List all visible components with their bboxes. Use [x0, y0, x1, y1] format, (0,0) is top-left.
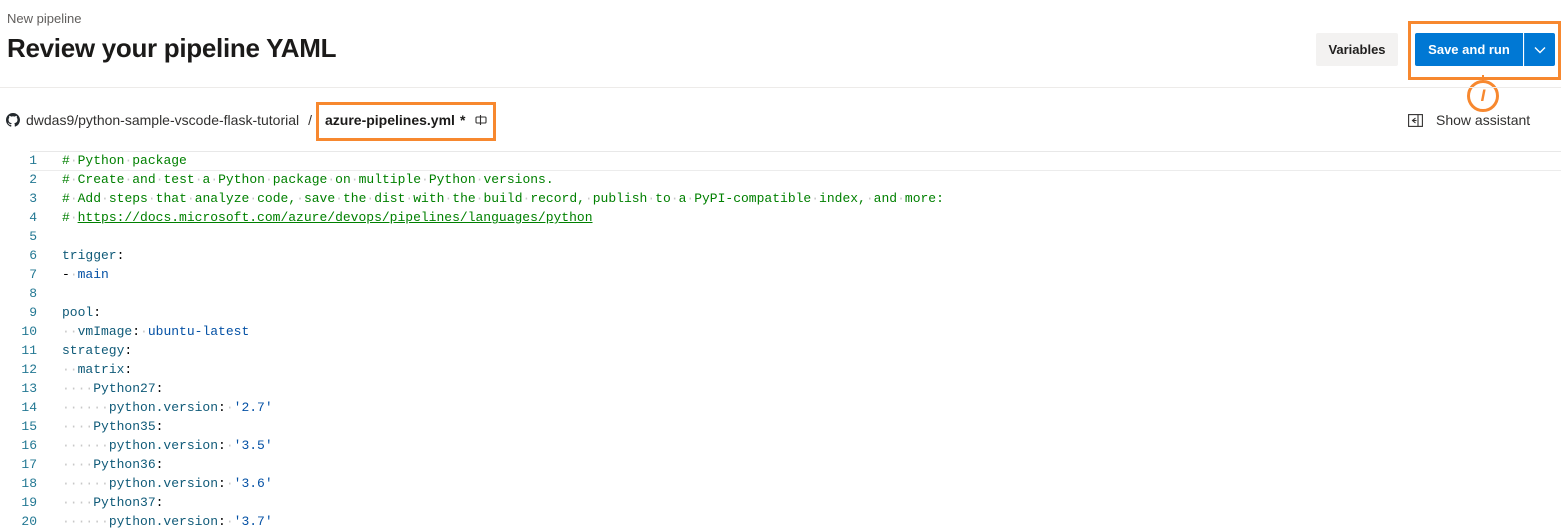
repo-path: dwdas9/python-sample-vscode-flask-tutori…: [6, 110, 320, 130]
code-line-text: -·main: [62, 267, 109, 282]
line-number: 8: [29, 286, 37, 301]
code-line-text: ······python.version:·'2.7': [62, 400, 273, 415]
line-number: 6: [29, 248, 37, 263]
code-line[interactable]: 17 ····Python36:: [0, 455, 1561, 474]
code-line-text: #·Create·and·test·a·Python·package·on·mu…: [62, 172, 554, 187]
line-number: 12: [21, 362, 37, 377]
path-separator: /: [308, 112, 313, 128]
line-number: 11: [21, 343, 37, 358]
modified-indicator: *: [459, 112, 466, 128]
line-number: 13: [21, 381, 37, 396]
line-number: 18: [21, 476, 37, 491]
line-number: 9: [29, 305, 37, 320]
line-number: 16: [21, 438, 37, 453]
line-number: 3: [29, 191, 37, 206]
code-editor[interactable]: 1 #·Python·package 2 #·Create·and·test·a·Py…: [0, 151, 1561, 531]
line-number: 20: [21, 514, 37, 529]
code-line-text: #·Python·package: [62, 153, 187, 168]
code-line[interactable]: 4 #·https://docs.microsoft.com/azure/devo…: [0, 208, 1561, 227]
save-and-run-button[interactable]: Save and run: [1415, 33, 1523, 66]
line-number: 5: [29, 229, 37, 244]
code-line[interactable]: 18 ······python.version:·'3.6': [0, 474, 1561, 493]
code-line[interactable]: 15 ····Python35:: [0, 417, 1561, 436]
code-line-text: ····Python35:: [62, 419, 164, 434]
code-line-text: ······python.version:·'3.5': [62, 438, 273, 453]
code-line-text: ··vmImage:·ubuntu-latest: [62, 324, 250, 339]
line-number: 17: [21, 457, 37, 472]
code-line-text: ··matrix:: [62, 362, 133, 377]
line-number: 15: [21, 419, 37, 434]
save-and-run-dropdown-button[interactable]: [1524, 33, 1555, 66]
code-line[interactable]: 12 ··matrix:: [0, 360, 1561, 379]
code-line-text: strategy:: [62, 343, 133, 358]
file-name-row: azure-pipelines.yml *: [325, 110, 487, 130]
code-line[interactable]: 11 strategy:: [0, 341, 1561, 360]
code-line-text: ······python.version:·'3.6': [62, 476, 273, 491]
chevron-down-icon: [1534, 46, 1546, 53]
code-line[interactable]: 8: [0, 284, 1561, 303]
line-number: 10: [21, 324, 37, 339]
code-line[interactable]: 10 ··vmImage:·ubuntu-latest: [0, 322, 1561, 341]
code-line-text: ····Python37:: [62, 495, 164, 510]
page-title: Review your pipeline YAML: [7, 33, 337, 63]
show-assistant-label: Show assistant: [1436, 112, 1531, 128]
line-number: 4: [29, 210, 37, 225]
line-number: 7: [29, 267, 37, 282]
line-number: 14: [21, 400, 37, 415]
rename-icon[interactable]: [475, 114, 487, 126]
code-line[interactable]: 13 ····Python27:: [0, 379, 1561, 398]
code-line[interactable]: 14 ······python.version:·'2.7': [0, 398, 1561, 417]
line-number: 1: [29, 153, 37, 168]
code-line[interactable]: 20 ······python.version:·'3.7': [0, 512, 1561, 531]
code-line[interactable]: 1 #·Python·package: [0, 151, 1561, 170]
code-line[interactable]: 5: [0, 227, 1561, 246]
code-line-text: #·https://docs.microsoft.com/azure/devop…: [62, 210, 593, 225]
github-icon: [6, 113, 20, 127]
line-number: 19: [21, 495, 37, 510]
code-line-text: ······python.version:·'3.7': [62, 514, 273, 529]
show-assistant-button[interactable]: Show assistant: [1408, 111, 1530, 129]
variables-button[interactable]: Variables: [1316, 33, 1398, 66]
code-line-text: ····Python36:: [62, 457, 164, 472]
breadcrumb[interactable]: New pipeline: [7, 11, 81, 26]
code-line[interactable]: 6 trigger:: [0, 246, 1561, 265]
code-line-text: pool:: [62, 305, 102, 320]
code-line-text: ····Python27:: [62, 381, 164, 396]
line-number: 2: [29, 172, 37, 187]
code-line[interactable]: 9 pool:: [0, 303, 1561, 322]
code-line[interactable]: 19 ····Python37:: [0, 493, 1561, 512]
code-line-text: #·Add·steps·that·analyze·code,·save·the·…: [62, 191, 944, 206]
code-line[interactable]: 3 #·Add·steps·that·analyze·code,·save·the…: [0, 189, 1561, 208]
code-line[interactable]: 2 #·Create·and·test·a·Python·package·on·m…: [0, 170, 1561, 189]
show-assistant-icon: [1408, 113, 1423, 127]
code-line-text: trigger:: [62, 248, 125, 263]
code-line[interactable]: 7 -·main: [0, 265, 1561, 284]
header-divider: [0, 87, 1561, 88]
callout-marker: I: [1467, 80, 1499, 112]
code-line[interactable]: 16 ······python.version:·'3.5': [0, 436, 1561, 455]
file-name[interactable]: azure-pipelines.yml: [325, 112, 455, 128]
repo-name[interactable]: dwdas9/python-sample-vscode-flask-tutori…: [26, 112, 299, 128]
